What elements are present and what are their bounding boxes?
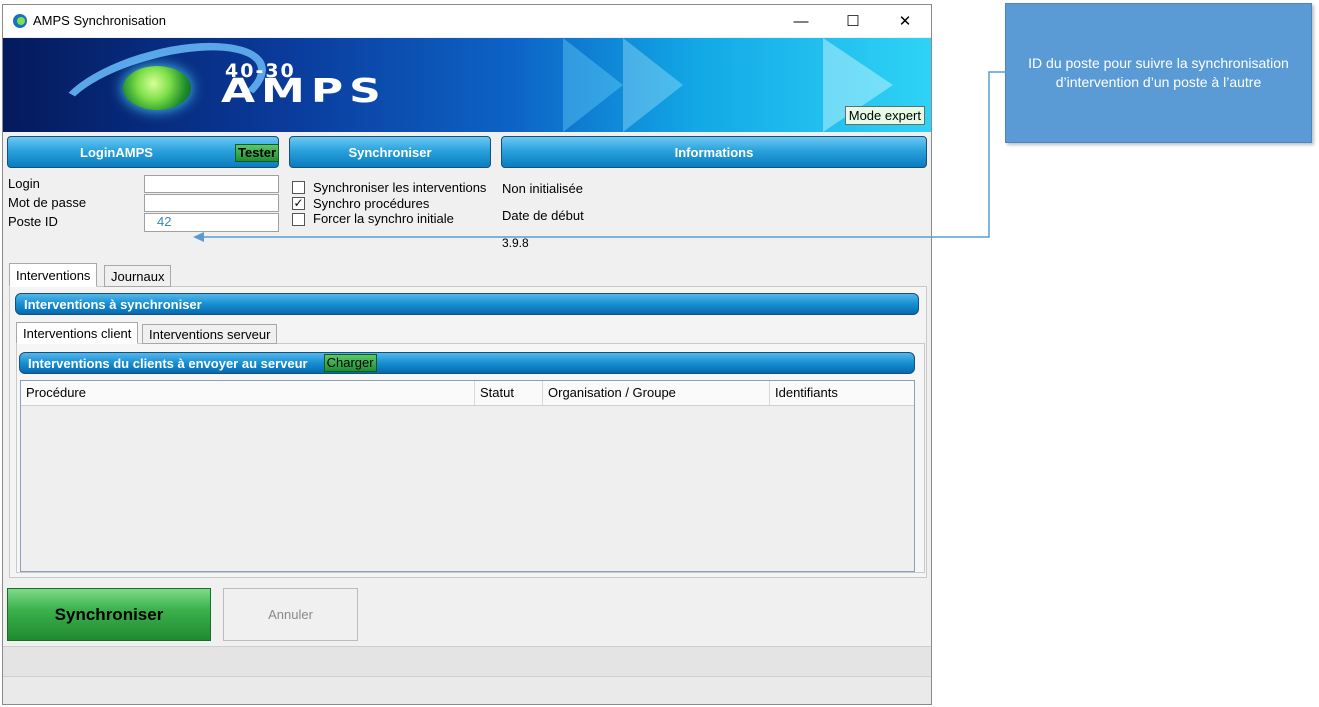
banner-chevron — [623, 38, 683, 132]
banner-chevron — [563, 38, 623, 132]
poste-id-label: Poste ID — [8, 214, 58, 229]
login-field[interactable] — [144, 175, 279, 193]
info-section-title: Informations — [674, 144, 754, 160]
sync-section-title: Synchroniser — [348, 144, 432, 160]
login-label: Login — [8, 176, 40, 191]
charger-button[interactable]: Charger — [323, 354, 377, 372]
close-button[interactable]: ✕ — [879, 5, 931, 37]
login-section-title: LoginAMPS — [80, 144, 153, 160]
version-text: 3.9.8 — [502, 236, 529, 250]
interventions-section-header: Interventions à synchroniser — [15, 293, 919, 315]
sync-interventions-label: Synchroniser les interventions — [313, 180, 487, 195]
login-section-header: LoginAMPS Tester — [7, 136, 280, 168]
mode-expert-button[interactable]: Mode expert — [844, 106, 925, 125]
info-section-header: Informations — [501, 136, 927, 168]
checkmark-icon: ✓ — [293, 196, 304, 210]
column-header-statut[interactable]: Statut — [475, 381, 543, 405]
amps-logo: AMPS — [221, 72, 387, 111]
window-title: AMPS Synchronisation — [33, 13, 166, 28]
client-interventions-header: Interventions du clients à envoyer au se… — [19, 352, 915, 374]
client-interventions-title: Interventions du clients à envoyer au se… — [28, 355, 308, 371]
column-header-identifiants[interactable]: Identifiants — [770, 381, 916, 405]
subtab-interventions-client[interactable]: Interventions client — [16, 322, 139, 344]
app-window: AMPS Synchronisation — ☐ ✕ 40-30 AMPS Mo… — [2, 4, 932, 705]
sync-procedures-checkbox[interactable]: ✓ — [292, 197, 305, 210]
amps-app-icon — [13, 14, 27, 28]
tab-journaux[interactable]: Journaux — [104, 265, 172, 287]
maximize-button[interactable]: ☐ — [827, 5, 879, 37]
sync-interventions-checkbox[interactable] — [292, 181, 305, 194]
interventions-table[interactable]: Procédure Statut Organisation / Groupe I… — [20, 380, 915, 572]
minimize-button[interactable]: — — [775, 5, 827, 37]
logo-orb-icon — [123, 66, 191, 110]
tab-interventions[interactable]: Interventions — [9, 263, 98, 287]
force-initial-sync-label: Forcer la synchro initiale — [313, 211, 454, 226]
poste-id-field[interactable]: 42 — [144, 213, 279, 232]
synchroniser-button[interactable]: Synchroniser — [7, 588, 211, 641]
amps-banner: 40-30 AMPS — [3, 38, 931, 132]
password-label: Mot de passe — [8, 195, 87, 210]
tester-button[interactable]: Tester — [235, 144, 280, 162]
status-bar — [3, 646, 931, 677]
annotation-callout: ID du poste pour suivre la synchronisati… — [1005, 3, 1312, 143]
column-header-organisation[interactable]: Organisation / Groupe — [543, 381, 770, 405]
force-initial-sync-checkbox[interactable] — [292, 213, 305, 226]
sync-section-header: Synchroniser — [289, 136, 491, 168]
status-bar-secondary — [3, 676, 931, 704]
title-bar: AMPS Synchronisation — ☐ ✕ — [3, 5, 931, 37]
start-date-label: Date de début — [502, 208, 584, 223]
column-header-procedure[interactable]: Procédure — [21, 381, 475, 405]
sync-procedures-label: Synchro procédures — [313, 196, 430, 211]
annuler-button[interactable]: Annuler — [223, 588, 358, 641]
table-header: Procédure Statut Organisation / Groupe I… — [21, 381, 914, 406]
subtab-interventions-serveur[interactable]: Interventions serveur — [142, 324, 278, 344]
password-field[interactable] — [144, 194, 279, 212]
callout-text: ID du poste pour suivre la synchronisati… — [1028, 55, 1289, 90]
sync-status-text: Non initialisée — [502, 181, 583, 196]
